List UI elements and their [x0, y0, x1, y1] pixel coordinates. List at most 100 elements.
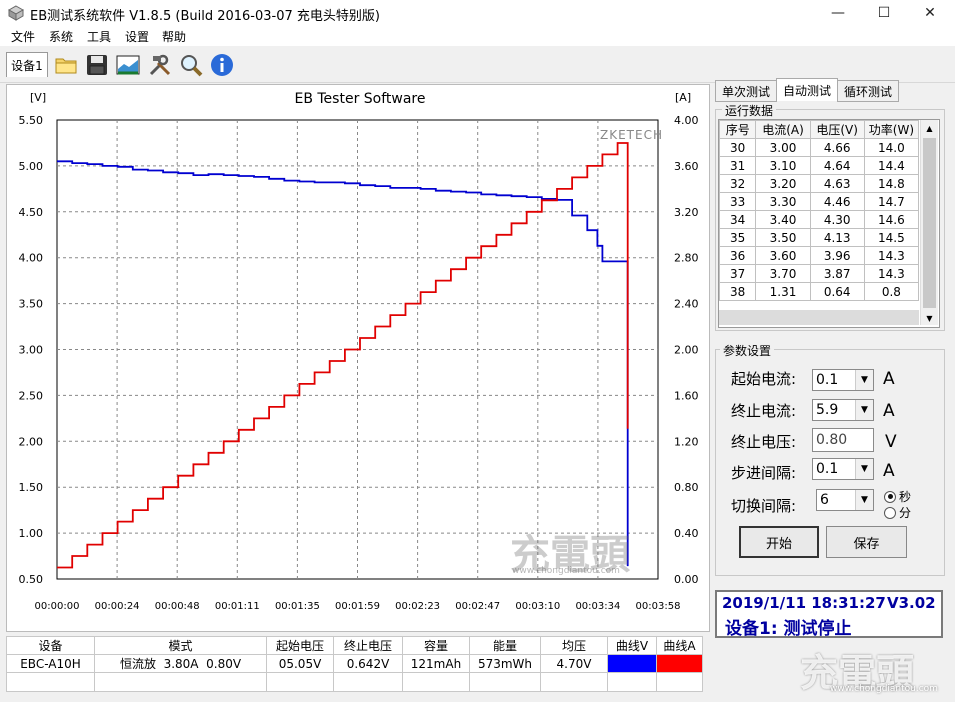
scroll-up-icon[interactable]: ▲ — [921, 120, 938, 136]
y-left-tick-label: 2.50 — [19, 389, 44, 402]
y-left-tick-label: 2.00 — [19, 435, 44, 448]
summary-table: 设备 模式 起始电压 终止电压 容量 能量 均压 曲线V 曲线A EBC-A10… — [6, 636, 703, 692]
end-voltage-input[interactable]: 0.80 — [812, 428, 874, 452]
table-hscroll[interactable] — [719, 310, 919, 325]
summary-capacity: 121mAh — [402, 654, 470, 673]
y-right-tick-label: 2.80 — [674, 252, 699, 265]
summary-col-curve-v: 曲线V — [607, 636, 657, 655]
tab-auto-test[interactable]: 自动测试 — [776, 78, 838, 101]
table-cell: 32 — [719, 174, 757, 193]
summary-device: EBC-A10H — [6, 654, 95, 673]
x-tick-label: 00:00:24 — [95, 601, 140, 612]
switch-select[interactable]: 6 ▼ — [816, 489, 874, 511]
minimize-button[interactable]: — — [815, 0, 861, 26]
run-data-table: 序号 电流(A) 电压(V) 功率(W) 30 3.00 4.66 14.0 31 3.1… — [719, 120, 920, 301]
table-cell: 4.13 — [809, 228, 865, 247]
run-data-table-frame: 序号 电流(A) 电压(V) 功率(W) 30 3.00 4.66 14.0 31 3.1… — [718, 119, 940, 328]
col-current: 电流(A) — [755, 120, 811, 139]
maximize-button[interactable]: ☐ — [861, 0, 907, 26]
start-current-select[interactable]: 0.1 ▼ — [812, 369, 874, 391]
table-cell: 14.4 — [863, 156, 920, 175]
table-cell: 0.8 — [863, 282, 920, 301]
scroll-down-icon[interactable]: ▼ — [921, 310, 938, 326]
table-row[interactable]: 34 3.40 4.30 14.6 — [719, 210, 920, 229]
table-row[interactable]: 35 3.50 4.13 14.5 — [719, 228, 920, 247]
tab-cycle-test[interactable]: 循环测试 — [837, 80, 899, 102]
x-tick-label: 00:01:35 — [275, 601, 320, 612]
table-cell: 3.60 — [755, 246, 811, 265]
end-current-select[interactable]: 5.9 ▼ — [812, 399, 874, 421]
summary-avg-voltage: 4.70V — [540, 654, 608, 673]
unit-sec-radio[interactable]: 秒 — [884, 488, 911, 505]
chevron-down-icon[interactable]: ▼ — [855, 400, 873, 420]
summary-end-voltage: 0.642V — [333, 654, 403, 673]
unit-min-radio[interactable]: 分 — [884, 504, 911, 521]
table-row[interactable]: 30 3.00 4.66 14.0 — [719, 138, 920, 157]
switch-value: 6 — [820, 492, 829, 508]
chevron-down-icon[interactable]: ▼ — [855, 370, 873, 390]
tab-single-test[interactable]: 单次测试 — [715, 80, 777, 102]
start-button[interactable]: 开始 — [739, 526, 819, 558]
y-right-tick-label: 0.80 — [674, 481, 699, 494]
y-left-tick-label: 4.00 — [19, 252, 44, 265]
end-voltage-label: 终止电压: — [731, 433, 797, 451]
corner-watermark-site: www.chongdiantou.com — [830, 684, 938, 694]
radio-checked-icon[interactable] — [884, 490, 896, 503]
table-row[interactable]: 37 3.70 3.87 14.3 — [719, 264, 920, 283]
table-cell: 36 — [719, 246, 757, 265]
table-row[interactable]: 31 3.10 4.64 14.4 — [719, 156, 920, 175]
unit-min-label: 分 — [899, 506, 912, 520]
run-data-scrollbar[interactable]: ▲ ▼ — [920, 120, 938, 325]
end-current-value: 5.9 — [816, 402, 839, 418]
step-select[interactable]: 0.1 ▼ — [812, 458, 874, 480]
table-row[interactable]: 32 3.20 4.63 14.8 — [719, 174, 920, 193]
y-right-tick-label: 1.20 — [674, 435, 699, 448]
chevron-down-icon[interactable]: ▼ — [855, 490, 873, 510]
summary-col-end-voltage: 终止电压 — [333, 636, 403, 655]
table-cell: 14.7 — [863, 192, 920, 211]
curve-v-swatch[interactable] — [607, 654, 657, 673]
start-current-label: 起始电流: — [731, 370, 797, 388]
watermark-site: www.chongdiantou.com — [512, 566, 620, 576]
table-cell: 3.20 — [755, 174, 811, 193]
table-cell: 35 — [719, 228, 757, 247]
y-right-tick-label: 0.00 — [674, 573, 699, 586]
table-cell: 14.6 — [863, 210, 920, 229]
scroll-thumb[interactable] — [923, 138, 936, 308]
radio-unchecked-icon[interactable] — [884, 506, 896, 519]
table-cell: 4.30 — [809, 210, 865, 229]
table-row-empty — [6, 672, 95, 692]
table-cell: 3.10 — [755, 156, 811, 175]
col-power: 功率(W) — [863, 120, 920, 139]
y-right-tick-label: 3.60 — [674, 160, 699, 173]
summary-col-curve-a: 曲线A — [656, 636, 703, 655]
table-cell: 3.00 — [755, 138, 811, 157]
table-cell: 14.0 — [863, 138, 920, 157]
step-value: 0.1 — [816, 461, 839, 477]
step-label: 步进间隔: — [731, 464, 797, 482]
table-cell: 34 — [719, 210, 757, 229]
table-cell: 4.63 — [809, 174, 865, 193]
status-version: V3.02 — [887, 594, 936, 612]
y-left-tick-label: 1.00 — [19, 527, 44, 540]
x-tick-label: 00:03:58 — [636, 601, 681, 612]
table-row[interactable]: 38 1.31 0.64 0.8 — [719, 282, 920, 301]
table-cell: 14.3 — [863, 264, 920, 283]
table-cell: 30 — [719, 138, 757, 157]
y-left-tick-label: 1.50 — [19, 481, 44, 494]
x-tick-label: 00:03:10 — [515, 601, 560, 612]
table-row[interactable]: EBC-A10H 恒流放 3.80A 0.80V 05.05V 0.642V 1… — [6, 654, 703, 673]
y-left-tick-label: 4.50 — [19, 206, 44, 219]
close-button[interactable]: ✕ — [907, 0, 953, 26]
curve-a-swatch[interactable] — [656, 654, 703, 673]
unit-sec-label: 秒 — [899, 490, 912, 504]
y-left-tick-label: 5.00 — [19, 160, 44, 173]
table-cell: 31 — [719, 156, 757, 175]
x-tick-label: 00:01:11 — [215, 601, 260, 612]
table-row[interactable]: 33 3.30 4.46 14.7 — [719, 192, 920, 211]
y-right-tick-label: 1.60 — [674, 389, 699, 402]
summary-col-avg-voltage: 均压 — [540, 636, 608, 655]
table-row[interactable]: 36 3.60 3.96 14.3 — [719, 246, 920, 265]
chevron-down-icon[interactable]: ▼ — [855, 459, 873, 479]
save-button[interactable]: 保存 — [826, 526, 907, 558]
